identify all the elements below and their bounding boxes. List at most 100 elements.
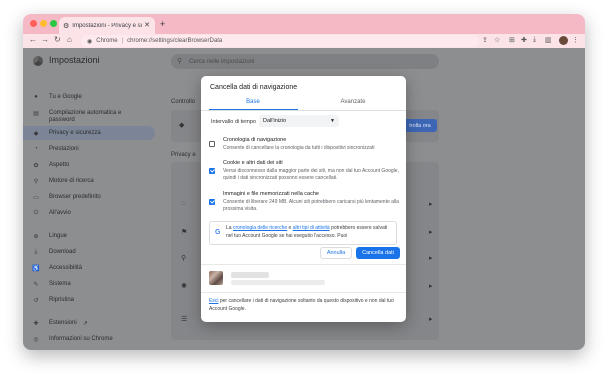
- account-avatar: [209, 271, 223, 285]
- profile-avatar[interactable]: [559, 36, 568, 45]
- chevron-right-icon: ▸: [429, 283, 433, 290]
- search-icon: ⚲: [177, 58, 183, 65]
- power-icon: ⏻: [33, 210, 39, 216]
- search-history-link[interactable]: cronologia delle ricerche: [233, 225, 287, 231]
- chevron-right-icon: ▸: [429, 201, 433, 208]
- check-now-button[interactable]: trolla ora: [403, 119, 437, 132]
- chevron-right-icon: ▸: [429, 229, 433, 236]
- cookie-icon: ◌: [181, 200, 186, 207]
- reload-button[interactable]: ↻: [54, 35, 61, 44]
- share-icon[interactable]: ⇪: [482, 36, 488, 44]
- option-title: Cookie e altri dati dei siti: [223, 160, 283, 166]
- sandbox-icon: ☰: [181, 316, 188, 323]
- sidebar-item-performance[interactable]: ◔ Prestazioni: [23, 146, 155, 152]
- redacted-account-email: [231, 280, 325, 285]
- dialog-title: Cancella dati di navigazione: [210, 84, 298, 91]
- sidebar-item-autofill[interactable]: ▤ Compilazione automatica e password: [23, 110, 155, 124]
- shield-icon: ◆: [33, 130, 39, 137]
- site-settings-icon: ✺: [181, 283, 187, 290]
- option-description: Consente di liberare 249 MB. Alcuni siti…: [223, 199, 399, 212]
- settings-sidebar: Impostazioni ● Tu e Google ▤ Compilazione …: [23, 48, 155, 350]
- other-activity-link[interactable]: altri tipi di attività: [293, 225, 330, 231]
- clear-browsing-data-dialog: Cancella dati di navigazione Base Avanza…: [201, 76, 406, 322]
- address-bar[interactable]: ◉ Chrome | chrome://settings/clearBrowse…: [81, 35, 479, 47]
- download-icon[interactable]: ⤓: [533, 36, 536, 44]
- cookies-checkbox[interactable]: [209, 168, 215, 174]
- minimize-window-button[interactable]: [40, 20, 47, 27]
- download-icon: ⤓: [34, 249, 38, 255]
- sidebar-item-appearance[interactable]: ✿ Aspetto: [23, 162, 155, 169]
- dropdown-arrow-icon: ▼: [330, 118, 335, 124]
- settings-search-input[interactable]: ⚲ Cerca nelle impostazioni: [171, 54, 439, 69]
- tune-icon: ⚑: [181, 229, 188, 236]
- divider: [201, 110, 406, 111]
- home-button[interactable]: ⌂: [67, 35, 72, 44]
- sign-out-link[interactable]: Esci: [209, 298, 218, 304]
- sidebar-item-you-and-google[interactable]: ● Tu e Google: [23, 94, 155, 100]
- palette-icon: ✿: [33, 163, 39, 169]
- section-label-privacy: Privacy e: [171, 152, 196, 158]
- security-icon: ⚲: [181, 255, 187, 262]
- time-range-select[interactable]: Dall'inizio ▼: [259, 115, 339, 127]
- option-description: Consente di cancellare la cronologia da …: [223, 145, 375, 151]
- tab-base[interactable]: Base: [205, 99, 301, 105]
- clear-data-button[interactable]: Cancella dati: [356, 247, 400, 259]
- accessibility-icon: ♿: [32, 266, 40, 272]
- option-description: Verrai disconnesso dalla maggior parte d…: [223, 168, 399, 181]
- puzzle-icon: ✚: [33, 321, 39, 327]
- new-tab-button[interactable]: +: [160, 19, 165, 29]
- tab-settings[interactable]: ⚙ Impostazioni - Privacy e sicure ✕: [59, 17, 155, 34]
- redacted-account-name: [231, 272, 269, 278]
- chevron-right-icon: ▸: [429, 316, 433, 323]
- info-text: La cronologia delle ricerche e altri tip…: [226, 225, 388, 239]
- bookmark-star-icon[interactable]: ☆: [494, 36, 500, 44]
- divider: [201, 264, 406, 265]
- sidebar-item-extensions[interactable]: ✚ Estensioni ↗: [23, 320, 155, 327]
- external-link-icon: ↗: [82, 321, 88, 327]
- google-account-info-box: G La cronologia delle ricerche e altri t…: [209, 221, 397, 245]
- omnibox-site-chip: Chrome: [96, 38, 118, 44]
- person-icon: ●: [34, 94, 38, 100]
- browser-icon: ▭: [33, 195, 39, 201]
- maximize-window-button[interactable]: [50, 20, 57, 27]
- forward-button[interactable]: →: [41, 35, 49, 44]
- toolbar: ← → ↻ ⌂ ◉ Chrome | chrome://settings/cle…: [23, 34, 585, 48]
- reset-icon: ↺: [33, 298, 39, 304]
- google-g-icon: G: [215, 229, 221, 236]
- side-panel-icon[interactable]: ▥: [545, 36, 552, 44]
- globe-icon: ⊕: [33, 234, 39, 240]
- tab-advanced[interactable]: Avanzate: [305, 99, 401, 105]
- sidebar-item-reset[interactable]: ↺ Ripristina: [23, 297, 155, 304]
- speed-icon: ◔: [34, 146, 38, 152]
- time-range-label: Intervallo di tempo: [211, 119, 256, 125]
- sidebar-item-system[interactable]: ✎ Sistema: [23, 281, 155, 288]
- chevron-right-icon: ▸: [429, 255, 433, 262]
- autofill-icon: ▤: [33, 111, 39, 117]
- site-info-icon[interactable]: ◉: [87, 38, 92, 45]
- sidebar-item-on-startup[interactable]: ⏻ All'avvio: [23, 210, 155, 217]
- sidebar-item-about-chrome[interactable]: ◎ Informazioni su Chrome: [23, 336, 155, 343]
- sidebar-item-search-engine[interactable]: ⚲ Motore di ricerca: [23, 178, 155, 185]
- translate-icon[interactable]: ⊞: [509, 36, 515, 44]
- sidebar-item-downloads[interactable]: ⤓ Download: [23, 249, 155, 256]
- sidebar-item-default-browser[interactable]: ▭ Browser predefinito: [23, 194, 155, 201]
- extensions-icon[interactable]: ✚: [521, 36, 527, 44]
- option-title: Immagini e file memorizzati nella cache: [223, 191, 319, 197]
- tab-title: Impostazioni - Privacy e sicure: [72, 22, 142, 29]
- chrome-icon: ◎: [33, 337, 39, 343]
- divider: [201, 292, 406, 293]
- section-label-controllo: Controllo: [171, 99, 196, 105]
- wrench-icon: ✎: [33, 282, 39, 288]
- close-window-button[interactable]: [30, 20, 37, 27]
- browsing-history-checkbox[interactable]: [209, 141, 215, 147]
- omnibox-url: chrome://settings/clearBrowserData: [127, 38, 223, 44]
- cancel-button[interactable]: Annulla: [320, 247, 352, 259]
- cache-checkbox[interactable]: [209, 199, 215, 205]
- menu-icon[interactable]: ⋮: [572, 36, 579, 44]
- shield-check-icon: ◆: [179, 122, 185, 129]
- close-tab-icon[interactable]: ✕: [144, 21, 150, 29]
- back-button[interactable]: ←: [29, 35, 37, 44]
- sidebar-item-languages[interactable]: ⊕ Lingue: [23, 233, 155, 240]
- sidebar-item-accessibility[interactable]: ♿ Accessibilità: [23, 265, 155, 272]
- sidebar-item-privacy[interactable]: ◆ Privacy e sicurezza: [23, 126, 155, 140]
